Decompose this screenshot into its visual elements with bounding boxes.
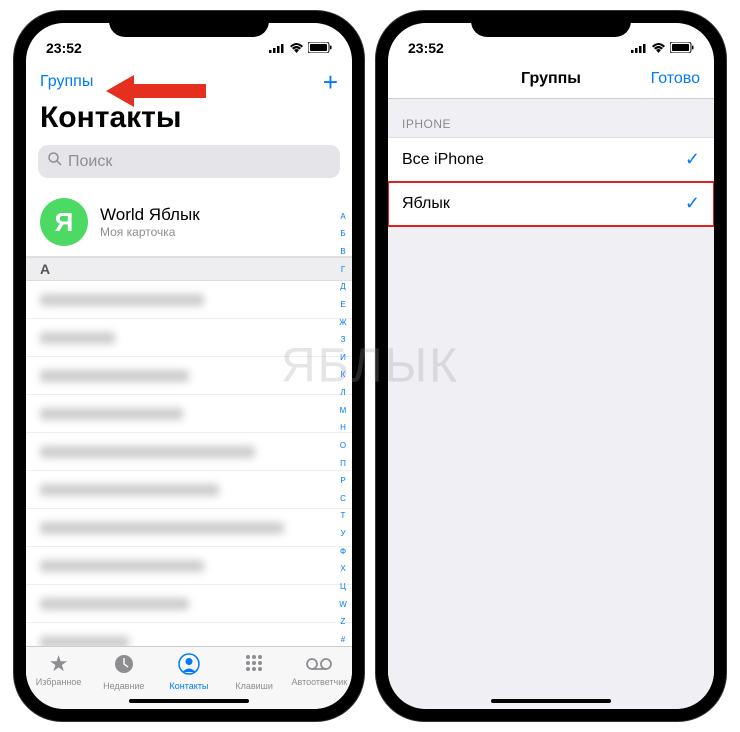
contact-row[interactable] bbox=[26, 471, 352, 509]
signal-icon bbox=[269, 40, 285, 56]
index-letter[interactable]: А bbox=[336, 213, 350, 221]
my-card[interactable]: Я World Яблык Моя карточка bbox=[26, 188, 352, 257]
index-letter[interactable]: У bbox=[336, 530, 350, 538]
status-icons bbox=[631, 40, 694, 56]
contact-row[interactable] bbox=[26, 395, 352, 433]
tab-voicemail[interactable]: Автоответчик bbox=[289, 653, 349, 691]
contact-row[interactable] bbox=[26, 319, 352, 357]
keypad-icon bbox=[243, 653, 265, 679]
contact-row[interactable] bbox=[26, 585, 352, 623]
avatar: Я bbox=[40, 198, 88, 246]
notch bbox=[109, 11, 269, 37]
checkmark-icon: ✓ bbox=[685, 193, 700, 214]
group-row[interactable]: Яблык ✓ bbox=[388, 182, 714, 226]
person-icon bbox=[178, 653, 200, 679]
index-letter[interactable]: Д bbox=[336, 283, 350, 291]
nav-title: Группы bbox=[521, 70, 581, 88]
battery-icon bbox=[308, 40, 332, 56]
checkmark-icon: ✓ bbox=[685, 149, 700, 170]
tab-contacts[interactable]: Контакты bbox=[159, 653, 219, 691]
contact-row[interactable] bbox=[26, 357, 352, 395]
mycard-subtitle: Моя карточка bbox=[100, 225, 200, 239]
wifi-icon bbox=[289, 40, 304, 56]
index-letter[interactable]: Г bbox=[336, 266, 350, 274]
notch bbox=[471, 11, 631, 37]
index-letter[interactable]: Л bbox=[336, 389, 350, 397]
attention-arrow bbox=[106, 73, 206, 114]
index-letter[interactable]: Х bbox=[336, 565, 350, 573]
contact-row[interactable] bbox=[26, 509, 352, 547]
status-time: 23:52 bbox=[408, 40, 444, 56]
index-letter[interactable]: В bbox=[336, 248, 350, 256]
contact-row[interactable] bbox=[26, 433, 352, 471]
index-letter[interactable]: О bbox=[336, 442, 350, 450]
index-letter[interactable]: Ц bbox=[336, 583, 350, 591]
index-letter[interactable]: И bbox=[336, 354, 350, 362]
group-row[interactable]: Все iPhone ✓ bbox=[388, 137, 714, 182]
groups-button[interactable]: Группы bbox=[40, 73, 93, 91]
index-letter[interactable]: Б bbox=[336, 230, 350, 238]
battery-icon bbox=[670, 40, 694, 56]
star-icon: ★ bbox=[49, 653, 69, 675]
signal-icon bbox=[631, 40, 647, 56]
tab-favorites[interactable]: ★ Избранное bbox=[29, 653, 89, 691]
contact-row[interactable] bbox=[26, 281, 352, 319]
mycard-name: World Яблык bbox=[100, 205, 200, 225]
search-input[interactable]: Поиск bbox=[38, 145, 340, 178]
groups-body: IPHONE Все iPhone ✓ Яблык ✓ bbox=[388, 99, 714, 709]
contact-row[interactable] bbox=[26, 547, 352, 585]
phone-contacts: 23:52 Группы + Контакты bbox=[14, 11, 364, 721]
index-letter[interactable]: Ж bbox=[336, 319, 350, 327]
index-letter[interactable]: Н bbox=[336, 424, 350, 432]
nav-bar: Группы Готово bbox=[388, 63, 714, 99]
search-icon bbox=[48, 152, 62, 171]
voicemail-icon bbox=[306, 653, 332, 675]
contacts-list[interactable]: A bbox=[26, 257, 352, 646]
index-letter[interactable]: З bbox=[336, 336, 350, 344]
status-time: 23:52 bbox=[46, 40, 82, 56]
phone-groups: 23:52 Группы Готово IPHONE Все iPhone✓Яб… bbox=[376, 11, 726, 721]
contact-row[interactable] bbox=[26, 623, 352, 646]
tab-keypad[interactable]: Клавиши bbox=[224, 653, 284, 691]
index-letter[interactable]: Е bbox=[336, 301, 350, 309]
status-icons bbox=[269, 40, 332, 56]
index-letter[interactable]: W bbox=[336, 601, 350, 609]
group-label: Яблык bbox=[402, 195, 450, 213]
done-button[interactable]: Готово bbox=[651, 70, 700, 88]
index-letter[interactable]: # bbox=[336, 636, 350, 644]
index-letter[interactable]: Z bbox=[336, 618, 350, 626]
clock-icon bbox=[113, 653, 135, 679]
home-indicator[interactable] bbox=[491, 699, 611, 703]
index-letter[interactable]: Ф bbox=[336, 548, 350, 556]
index-letter[interactable]: С bbox=[336, 495, 350, 503]
index-letter[interactable]: Т bbox=[336, 512, 350, 520]
search-placeholder: Поиск bbox=[68, 153, 112, 171]
index-letter[interactable]: К bbox=[336, 371, 350, 379]
group-label: Все iPhone bbox=[402, 151, 484, 169]
index-letter[interactable]: М bbox=[336, 407, 350, 415]
section-label: IPHONE bbox=[388, 99, 714, 137]
index-letter[interactable]: Р bbox=[336, 477, 350, 485]
alphabet-index[interactable]: А Б В Г Д Е Ж З И К Л М Н О П Р С Т У Ф Х Ц W Z # bbox=[336, 208, 350, 649]
add-button[interactable]: + bbox=[323, 69, 338, 95]
wifi-icon bbox=[651, 40, 666, 56]
home-indicator[interactable] bbox=[129, 699, 249, 703]
tab-recents[interactable]: Недавние bbox=[94, 653, 154, 691]
index-letter[interactable]: П bbox=[336, 460, 350, 468]
section-header: A bbox=[26, 257, 352, 281]
